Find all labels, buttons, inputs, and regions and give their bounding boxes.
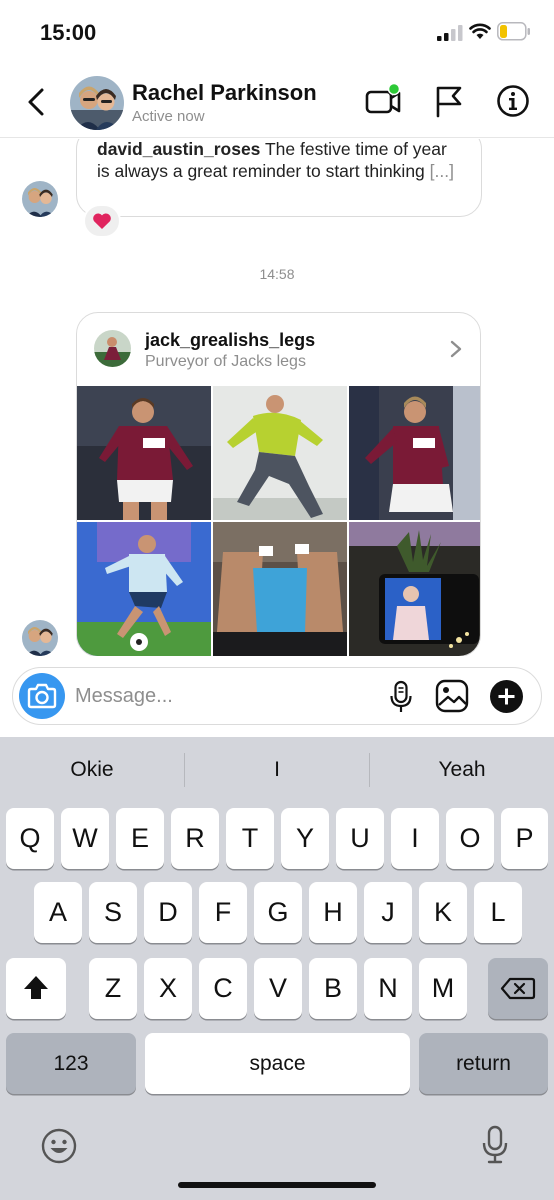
key-g[interactable]: G [254, 882, 302, 943]
key-y[interactable]: Y [281, 808, 329, 869]
profile-photo-tile[interactable] [77, 386, 211, 520]
key-k[interactable]: K [419, 882, 467, 943]
shared-post-username: david_austin_roses [97, 139, 261, 159]
key-x[interactable]: X [144, 958, 192, 1019]
contact-avatar[interactable] [70, 76, 124, 130]
shared-post-bubble[interactable]: david_austin_roses The festive time of y… [76, 139, 482, 217]
back-arrow-icon[interactable] [22, 84, 52, 120]
heart-reaction[interactable] [83, 204, 121, 238]
heart-icon [93, 213, 111, 229]
shift-key[interactable] [6, 958, 66, 1019]
signal-icon [437, 25, 463, 41]
key-l[interactable]: L [474, 882, 522, 943]
contact-name[interactable]: Rachel Parkinson [132, 80, 317, 106]
emoji-icon[interactable] [40, 1127, 78, 1165]
flag-icon[interactable] [434, 84, 464, 118]
info-icon[interactable] [496, 84, 530, 118]
key-p[interactable]: P [501, 808, 548, 869]
home-indicator[interactable] [178, 1182, 376, 1188]
status-time: 15:00 [40, 20, 97, 45]
key-m[interactable]: M [419, 958, 467, 1019]
message-input[interactable] [75, 683, 375, 709]
key-w[interactable]: W [61, 808, 109, 869]
return-key[interactable]: return [419, 1033, 548, 1094]
suggestion-2[interactable]: I [185, 737, 369, 803]
sender-avatar[interactable] [22, 181, 58, 217]
battery-icon [497, 22, 530, 41]
microphone-icon[interactable] [389, 680, 413, 714]
camera-icon [27, 683, 57, 709]
suggestion-1[interactable]: Okie [0, 737, 184, 803]
plus-icon [498, 688, 515, 705]
key-v[interactable]: V [254, 958, 302, 1019]
add-button[interactable] [490, 680, 523, 713]
camera-button[interactable] [19, 673, 65, 719]
shared-post-more: [...] [429, 161, 454, 181]
profile-photo-tile[interactable] [77, 522, 211, 656]
key-r[interactable]: R [171, 808, 219, 869]
key-o[interactable]: O [446, 808, 494, 869]
key-t[interactable]: T [226, 808, 274, 869]
shared-profile-username: jack_grealishs_legs [145, 330, 316, 350]
dictation-icon[interactable] [480, 1124, 510, 1166]
profile-photo-grid [77, 386, 480, 656]
sender-avatar[interactable] [22, 620, 58, 656]
suggestion-3[interactable]: Yeah [370, 737, 554, 803]
key-a[interactable]: A [34, 882, 82, 943]
key-n[interactable]: N [364, 958, 412, 1019]
profile-photo-tile[interactable] [213, 386, 347, 520]
chat-header: Rachel Parkinson Active now [0, 66, 554, 138]
status-bar: 15:00 [0, 0, 554, 66]
message-thread[interactable]: david_austin_roses The festive time of y… [0, 139, 554, 656]
key-b[interactable]: B [309, 958, 357, 1019]
key-z[interactable]: Z [89, 958, 137, 1019]
key-i[interactable]: I [391, 808, 439, 869]
numbers-key[interactable]: 123 [6, 1033, 136, 1094]
video-call-icon[interactable] [364, 82, 402, 118]
active-status: Active now [132, 108, 205, 125]
gallery-icon[interactable] [435, 679, 469, 713]
key-d[interactable]: D [144, 882, 192, 943]
shift-icon [24, 976, 48, 999]
key-f[interactable]: F [199, 882, 247, 943]
key-q[interactable]: Q [6, 808, 54, 869]
profile-photo-tile[interactable] [349, 522, 480, 656]
shared-post-text: david_austin_roses The festive time of y… [97, 139, 461, 182]
key-c[interactable]: C [199, 958, 247, 1019]
chevron-right-icon [450, 340, 462, 358]
message-composer [12, 667, 542, 725]
wifi-icon [469, 23, 491, 39]
profile-photo-tile[interactable] [349, 386, 480, 520]
keyboard: Okie I Yeah Q W E R T Y U I O P A S D F … [0, 737, 554, 1200]
shared-profile-card[interactable]: jack_grealishs_legs Purveyor of Jacks le… [76, 312, 481, 656]
key-s[interactable]: S [89, 882, 137, 943]
key-j[interactable]: J [364, 882, 412, 943]
key-u[interactable]: U [336, 808, 384, 869]
space-key[interactable]: space [145, 1033, 410, 1094]
backspace-icon [500, 977, 536, 1000]
delete-key[interactable] [488, 958, 548, 1019]
key-e[interactable]: E [116, 808, 164, 869]
message-timestamp: 14:58 [259, 266, 295, 282]
profile-photo-tile[interactable] [213, 522, 347, 656]
key-h[interactable]: H [309, 882, 357, 943]
shared-profile-avatar [94, 330, 131, 367]
predictive-bar: Okie I Yeah [0, 737, 554, 803]
shared-profile-bio: Purveyor of Jacks legs [145, 353, 306, 370]
